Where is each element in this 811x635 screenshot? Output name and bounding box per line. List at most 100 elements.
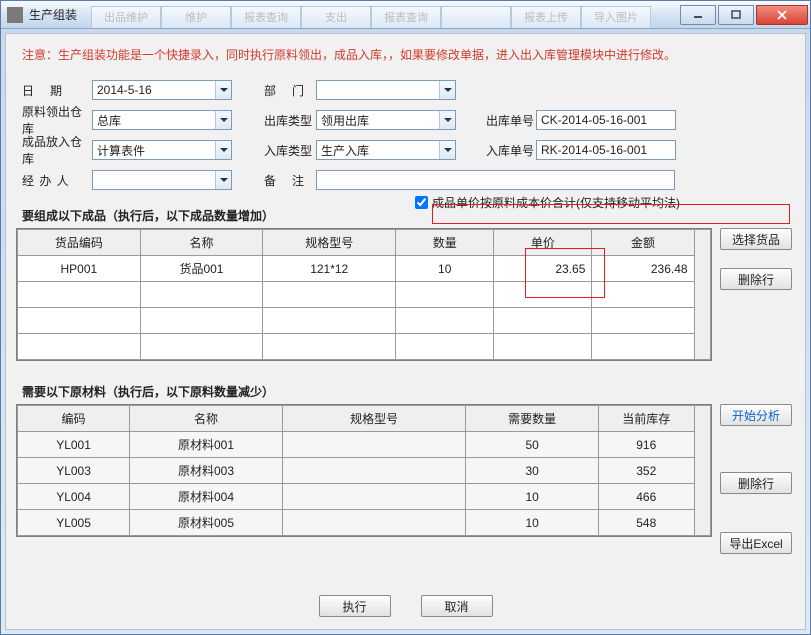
date-value: 2014-5-16 [97, 83, 152, 97]
price-calc-checkbox-wrap[interactable]: 成品单价按原料成本价合计(仅支持移动平均法) [411, 193, 680, 212]
ghost-tab: 导入图片 [581, 6, 651, 28]
prod-warehouse-combo[interactable]: 计算表件 [92, 140, 232, 160]
chevron-down-icon[interactable] [439, 141, 455, 159]
col-price: 单价 [494, 230, 592, 256]
cell[interactable] [282, 510, 465, 536]
scrollbar[interactable] [694, 406, 710, 536]
materials-grid[interactable]: 编码 名称 规格型号 需要数量 当前库存 YL001 原材料001 50 916 [16, 404, 712, 537]
cell[interactable]: 10 [466, 484, 598, 510]
select-product-button[interactable]: 选择货品 [720, 228, 792, 250]
mcol-name: 名称 [130, 406, 283, 432]
analyze-button[interactable]: 开始分析 [720, 404, 792, 426]
cell-qty[interactable]: 10 [396, 256, 494, 282]
mcol-stock: 当前库存 [598, 406, 694, 432]
table-row[interactable]: YL005 原材料005 10 548 [18, 510, 711, 536]
cell-amount[interactable]: 236.48 [592, 256, 694, 282]
table-row[interactable] [18, 334, 711, 360]
mcol-code: 编码 [18, 406, 130, 432]
cell-price[interactable]: 23.65 [494, 256, 592, 282]
label-in-no: 入库单号 [480, 142, 536, 159]
label-out-no: 出库单号 [480, 112, 536, 129]
in-no-input[interactable]: RK-2014-05-16-001 [536, 140, 676, 160]
chevron-down-icon[interactable] [439, 111, 455, 129]
cell-spec[interactable]: 121*12 [263, 256, 396, 282]
export-excel-button[interactable]: 导出Excel [720, 532, 792, 554]
chevron-down-icon[interactable] [439, 81, 455, 99]
ghost-tab: 报表查询 [231, 6, 301, 28]
cell[interactable]: YL001 [18, 432, 130, 458]
ghost-tab: 维护 [161, 6, 231, 28]
cell[interactable]: 原材料005 [130, 510, 283, 536]
out-type-combo[interactable]: 领用出库 [316, 110, 456, 130]
minimize-button[interactable] [680, 5, 716, 25]
cell[interactable]: 352 [598, 458, 694, 484]
cell[interactable]: 50 [466, 432, 598, 458]
cell[interactable]: 10 [466, 510, 598, 536]
chevron-down-icon[interactable] [215, 171, 231, 189]
ghost-tab: 出品维护 [91, 6, 161, 28]
delete-material-row-button[interactable]: 删除行 [720, 472, 792, 494]
cell[interactable]: 原材料004 [130, 484, 283, 510]
table-row[interactable] [18, 282, 711, 308]
price-calc-checkbox[interactable] [415, 196, 428, 209]
chevron-down-icon[interactable] [215, 141, 231, 159]
label-remark: 备 注 [256, 172, 316, 189]
cell[interactable]: 548 [598, 510, 694, 536]
label-prod-warehouse: 成品放入仓库 [16, 133, 92, 167]
price-calc-label: 成品单价按原料成本价合计(仅支持移动平均法) [432, 194, 680, 211]
cancel-button[interactable]: 取消 [421, 595, 493, 617]
col-qty: 数量 [396, 230, 494, 256]
raw-wh-value: 总库 [97, 112, 121, 129]
titlebar: 生产组装 出品维护 维护 报表查询 支出 报表查询 报表上传 导入图片 [1, 1, 810, 29]
delete-row-button[interactable]: 删除行 [720, 268, 792, 290]
col-amount: 金额 [592, 230, 694, 256]
cell[interactable] [282, 484, 465, 510]
ghost-tab: 报表查询 [371, 6, 441, 28]
cell[interactable]: 30 [466, 458, 598, 484]
table-row[interactable] [18, 308, 711, 334]
ghost-tab: 报表上传 [511, 6, 581, 28]
cell[interactable]: 原材料003 [130, 458, 283, 484]
label-date: 日 期 [16, 82, 92, 99]
in-no-value: RK-2014-05-16-001 [541, 143, 647, 157]
raw-warehouse-combo[interactable]: 总库 [92, 110, 232, 130]
date-combo[interactable]: 2014-5-16 [92, 80, 232, 100]
cell[interactable] [282, 458, 465, 484]
close-button[interactable] [756, 5, 808, 25]
dept-combo[interactable] [316, 80, 456, 100]
cell-name[interactable]: 货品001 [140, 256, 263, 282]
table-row[interactable]: YL001 原材料001 50 916 [18, 432, 711, 458]
cell[interactable]: 916 [598, 432, 694, 458]
table-row[interactable]: YL004 原材料004 10 466 [18, 484, 711, 510]
handler-combo[interactable] [92, 170, 232, 190]
scrollbar[interactable] [694, 230, 710, 360]
out-type-value: 领用出库 [321, 112, 369, 129]
cell-code[interactable]: HP001 [18, 256, 141, 282]
cell[interactable]: YL003 [18, 458, 130, 484]
background-tabs: 出品维护 维护 报表查询 支出 报表查询 报表上传 导入图片 [91, 2, 680, 28]
cell[interactable]: 466 [598, 484, 694, 510]
cell[interactable]: YL005 [18, 510, 130, 536]
ghost-tab [441, 6, 511, 28]
cell[interactable] [282, 432, 465, 458]
remark-input[interactable] [316, 170, 675, 190]
chevron-down-icon[interactable] [215, 81, 231, 99]
table-row[interactable]: HP001 货品001 121*12 10 23.65 236.48 [18, 256, 711, 282]
out-no-input[interactable]: CK-2014-05-16-001 [536, 110, 676, 130]
table-row[interactable]: YL003 原材料003 30 352 [18, 458, 711, 484]
cell[interactable]: 原材料001 [130, 432, 283, 458]
label-raw-warehouse: 原料领出仓库 [16, 103, 92, 137]
col-name: 名称 [140, 230, 263, 256]
label-out-type: 出库类型 [256, 112, 316, 129]
maximize-button[interactable] [718, 5, 754, 25]
window-title: 生产组装 [29, 6, 77, 23]
products-grid[interactable]: 货品编码 名称 规格型号 数量 单价 金额 HP001 货品001 121*12… [16, 228, 712, 361]
mcol-spec: 规格型号 [282, 406, 465, 432]
chevron-down-icon[interactable] [215, 111, 231, 129]
ghost-tab: 支出 [301, 6, 371, 28]
cell[interactable]: YL004 [18, 484, 130, 510]
execute-button[interactable]: 执行 [319, 595, 391, 617]
materials-caption: 需要以下原材料（执行后，以下原料数量减少） [22, 383, 795, 400]
in-type-combo[interactable]: 生产入库 [316, 140, 456, 160]
label-handler: 经 办 人 [16, 172, 92, 189]
